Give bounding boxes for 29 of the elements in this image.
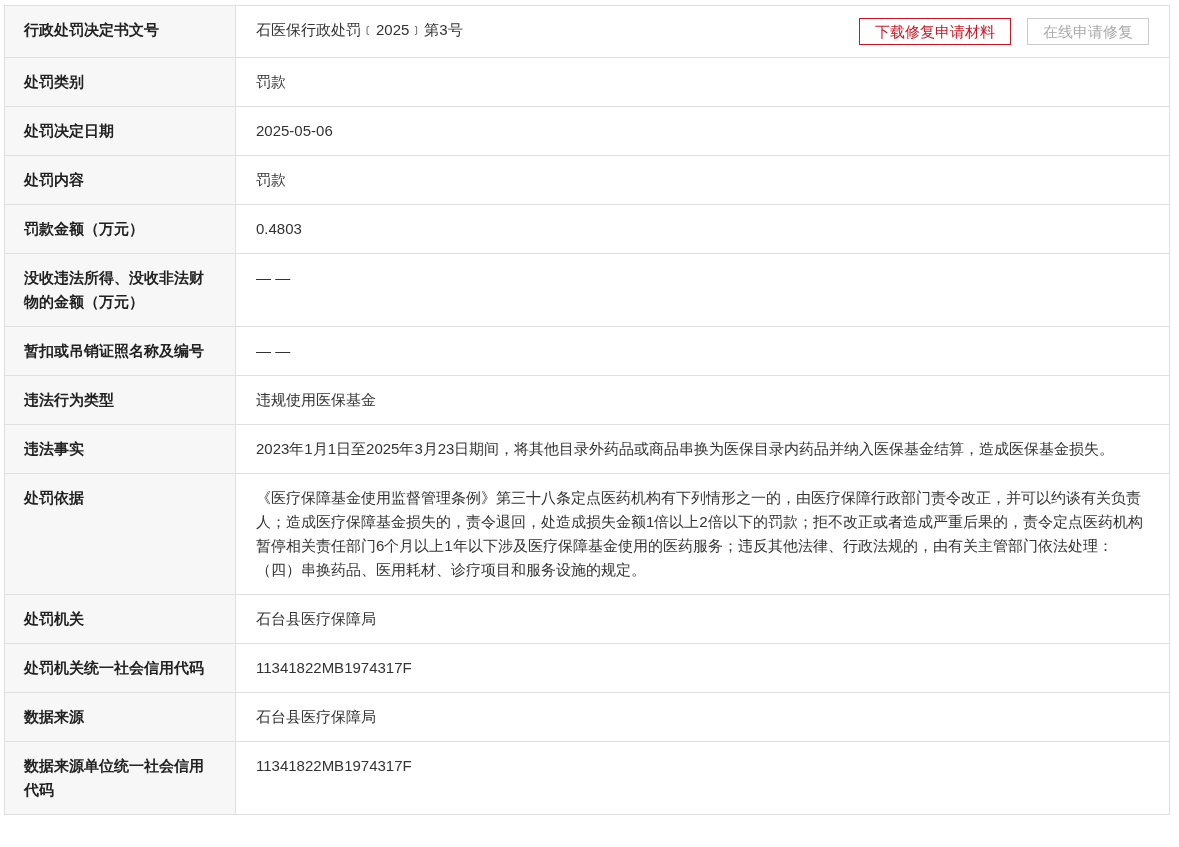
- value-cell-text: 2025-05-06: [256, 121, 333, 141]
- value-cell-text: 罚款: [256, 170, 286, 190]
- label-cell: 行政处罚决定书文号: [5, 6, 236, 57]
- value-cell-text: 2023年1月1日至2025年3月23日期间，将其他目录外药品或商品串换为医保目录内药品并纳入医保基金结算，造成医保基金损失。: [256, 439, 1115, 459]
- action-button[interactable]: 下载修复申请材料: [859, 18, 1011, 45]
- label-cell: 罚款金额（万元）: [5, 205, 236, 253]
- label-cell: 没收违法所得、没收非法财物的金额（万元）: [5, 254, 236, 326]
- value-cell-text: 0.4803: [256, 219, 302, 239]
- label-cell: 数据来源: [5, 693, 236, 741]
- label-cell: 数据来源单位统一社会信用代码: [5, 742, 236, 814]
- label-cell: 违法事实: [5, 425, 236, 473]
- value-cell-text: 石医保行政处罚﹝2025﹞第3号: [256, 20, 463, 40]
- value-cell-text: 《医疗保障基金使用监督管理条例》第三十八条定点医药机构有下列情形之一的，由医疗保障行政部门责令改正，并可以约谈有关负责人；造成医疗保障基金损失的，责令退回，处造成损失金额1倍以上2倍以下的罚款；拒不改正或者造成严重后果的，责令定点医药机构暂停相关责任部门6个月以上1年以下涉及医疗保障基金使用的医药服务；违反其他法律、行政法规的，由有关主管部门依法处理：（四）串换药品、医用耗材、诊疗项目和服务设施的规定。: [256, 488, 1144, 580]
- value-cell-text: 罚款: [256, 72, 286, 92]
- value-cell-text: 11341822MB1974317F: [256, 658, 412, 678]
- label-cell: 处罚类别: [5, 58, 236, 106]
- value-cell-text: 石台县医疗保障局: [256, 609, 376, 629]
- label-cell: 处罚内容: [5, 156, 236, 204]
- label-cell: 处罚依据: [5, 474, 236, 594]
- label-cell: 违法行为类型: [5, 376, 236, 424]
- value-cell-text: — —: [256, 268, 291, 288]
- value-cell-text: 11341822MB1974317F: [256, 756, 412, 776]
- label-cell: 处罚决定日期: [5, 107, 236, 155]
- label-cell: 处罚机关: [5, 595, 236, 643]
- label-cell: 处罚机关统一社会信用代码: [5, 644, 236, 692]
- value-cell-text: 违规使用医保基金: [256, 390, 376, 410]
- value-cell-text: — —: [256, 341, 291, 361]
- label-cell: 暂扣或吊销证照名称及编号: [5, 327, 236, 375]
- value-cell-text: 石台县医疗保障局: [256, 707, 376, 727]
